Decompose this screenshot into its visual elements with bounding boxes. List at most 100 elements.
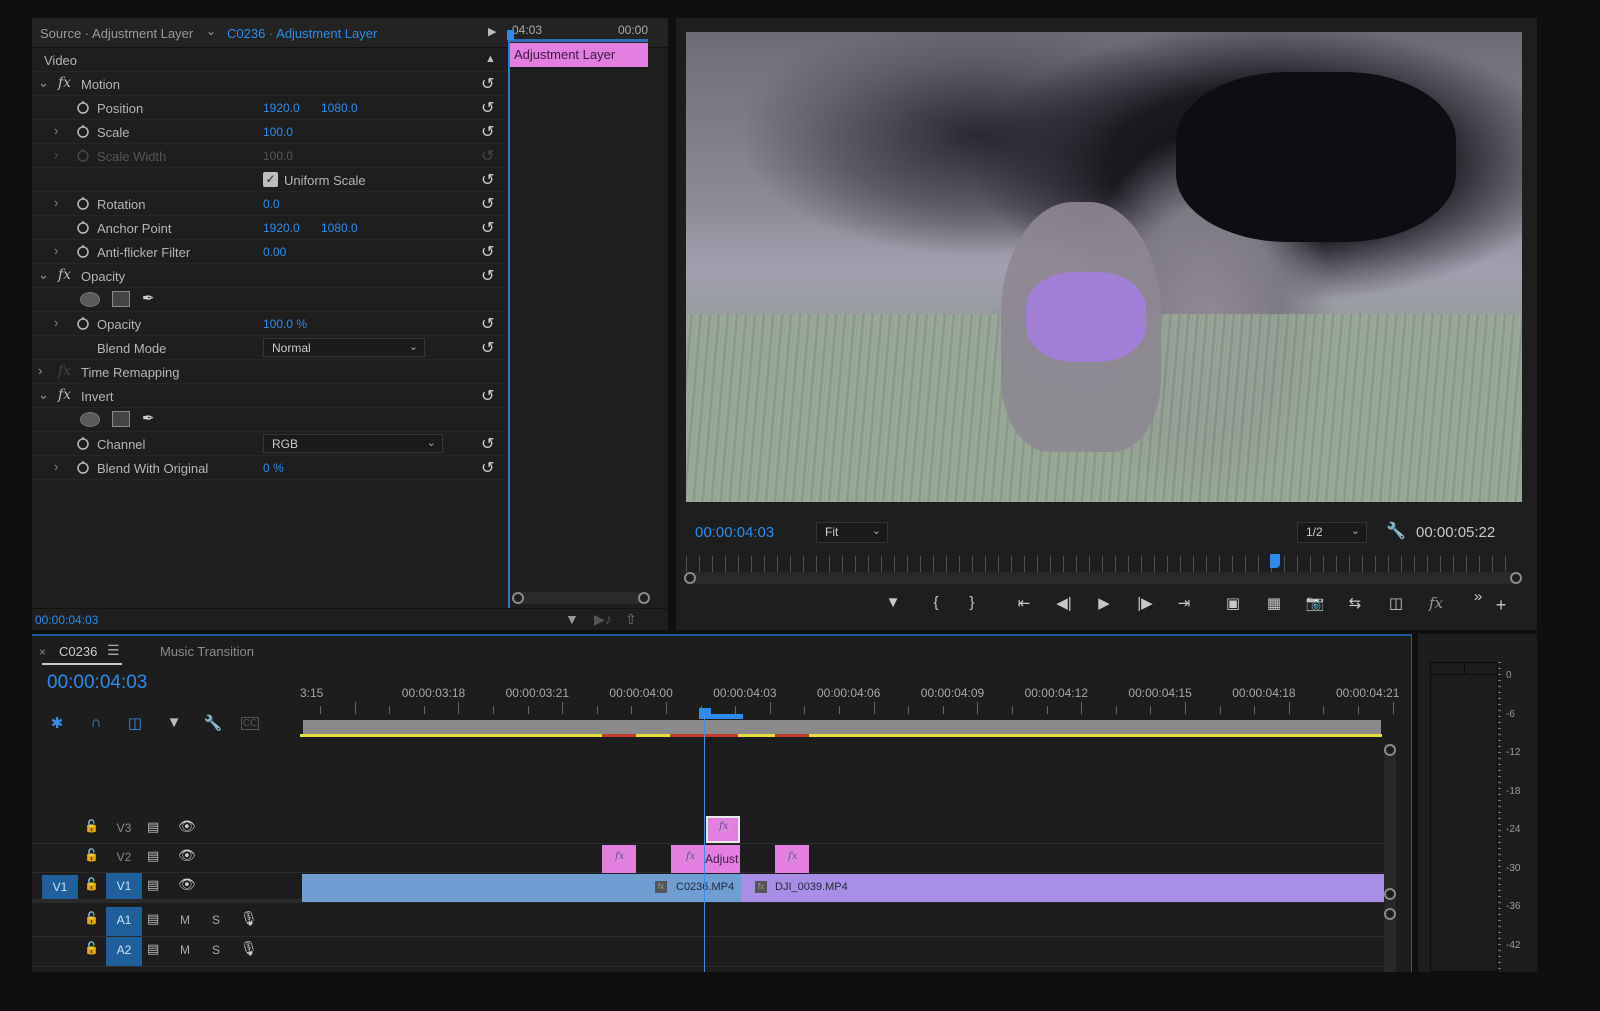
mark-out-icon[interactable]: }: [960, 594, 984, 611]
reset-icon[interactable]: ↺: [481, 194, 494, 214]
lock-icon[interactable]: 🔓: [84, 877, 99, 891]
program-playhead[interactable]: [1270, 554, 1281, 568]
solo-button[interactable]: S: [212, 943, 220, 957]
linked-selection-icon[interactable]: ◫: [124, 714, 146, 732]
lock-icon[interactable]: 🔓: [84, 819, 99, 833]
track-name-a2[interactable]: A2: [106, 937, 142, 966]
scroll-handle-bottom[interactable]: [1384, 888, 1396, 900]
effect-controls-timecode[interactable]: 00:00:04:03: [35, 613, 98, 627]
anchor-y-value[interactable]: 1080.0: [321, 221, 358, 235]
stopwatch-icon[interactable]: [76, 220, 90, 234]
insert-overwrite-icon[interactable]: ⇆: [1343, 594, 1367, 612]
step-back-icon[interactable]: ◀|: [1052, 594, 1076, 612]
eye-visibility-icon[interactable]: 👁: [178, 876, 196, 893]
program-time-ruler[interactable]: [686, 556, 1516, 572]
sync-lock-icon[interactable]: ▤: [147, 819, 159, 835]
add-marker-icon[interactable]: ▼: [881, 594, 905, 611]
zoom-dropdown[interactable]: Fit ⌄: [816, 522, 888, 543]
mark-in-icon[interactable]: {: [924, 594, 948, 611]
anti-flicker-value[interactable]: 0.00: [263, 245, 286, 259]
invert-effect-row[interactable]: ⌄ fx Invert ↺: [32, 384, 506, 408]
scroll-handle-audio[interactable]: [1384, 908, 1396, 920]
fx-icon[interactable]: fx: [58, 387, 71, 403]
comparison-view-icon[interactable]: ◫: [1384, 594, 1408, 612]
fx-toggle-icon[interactable]: fx: [1424, 594, 1448, 612]
close-tab-icon[interactable]: ×: [39, 645, 46, 659]
export-icon[interactable]: ⇧: [625, 611, 637, 628]
rotation-value[interactable]: 0.0: [263, 197, 280, 211]
timeline-settings-wrench-icon[interactable]: 🔧: [202, 714, 224, 732]
opacity-value[interactable]: 100.0 %: [263, 317, 307, 331]
resolution-dropdown[interactable]: 1/2 ⌄: [1297, 522, 1367, 543]
reset-icon[interactable]: ↺: [481, 314, 494, 334]
sync-lock-icon[interactable]: ▤: [147, 941, 159, 957]
captions-icon[interactable]: CC: [241, 717, 259, 730]
scroll-handle-right[interactable]: [638, 592, 650, 604]
scale-value[interactable]: 100.0: [263, 125, 293, 139]
anchor-x-value[interactable]: 1920.0: [263, 221, 300, 235]
sequence-clip-selector[interactable]: C0236 · Adjustment Layer: [227, 26, 377, 41]
reset-icon[interactable]: ↺: [481, 74, 494, 94]
reset-icon[interactable]: ↺: [481, 338, 494, 358]
step-forward-icon[interactable]: |▶: [1133, 594, 1157, 612]
reset-icon[interactable]: ↺: [481, 386, 494, 406]
timeline-vertical-scrollbar[interactable]: [1384, 744, 1396, 972]
reset-icon[interactable]: ↺: [481, 218, 494, 238]
tab-menu-icon[interactable]: ☰: [107, 642, 120, 659]
pen-mask-icon[interactable]: ✒: [142, 289, 155, 307]
microphone-icon[interactable]: 🎙: [240, 910, 258, 927]
expand-chevron-icon[interactable]: ›: [54, 315, 58, 330]
fx-icon[interactable]: fx: [58, 75, 71, 91]
mini-timeline-clip[interactable]: Adjustment Layer: [510, 43, 648, 67]
lock-icon[interactable]: 🔓: [84, 911, 99, 925]
reset-icon[interactable]: ↺: [481, 458, 494, 478]
expand-chevron-icon[interactable]: ›: [54, 243, 58, 258]
scroll-handle-left[interactable]: [512, 592, 524, 604]
lift-icon[interactable]: ▣: [1221, 594, 1245, 612]
go-to-in-icon[interactable]: ⇤: [1012, 594, 1036, 612]
rectangle-mask-icon[interactable]: [112, 291, 130, 307]
scroll-handle-top[interactable]: [1384, 744, 1396, 756]
position-y-value[interactable]: 1080.0: [321, 101, 358, 115]
export-frame-camera-icon[interactable]: 📷: [1303, 594, 1327, 612]
extract-icon[interactable]: ▦: [1262, 594, 1286, 612]
pen-mask-icon[interactable]: ✒: [142, 409, 155, 427]
channel-dropdown[interactable]: RGB ⌄: [263, 434, 443, 453]
tab-music-transition[interactable]: Music Transition: [160, 644, 254, 659]
show-timeline-toggle-icon[interactable]: ▶: [488, 25, 496, 38]
source-patch-v1[interactable]: V1: [42, 875, 78, 899]
adjustment-layer-clip-v2[interactable]: fx: [602, 845, 636, 873]
sync-lock-icon[interactable]: ▤: [147, 877, 159, 893]
solo-button[interactable]: S: [212, 913, 220, 927]
opacity-effect-row[interactable]: ⌄ fx Opacity ↺: [32, 264, 506, 288]
stopwatch-icon[interactable]: [76, 100, 90, 114]
sync-lock-icon[interactable]: ▤: [147, 911, 159, 927]
wrench-settings-icon[interactable]: 🔧: [1386, 521, 1406, 541]
rectangle-mask-icon[interactable]: [112, 411, 130, 427]
program-current-timecode[interactable]: 00:00:04:03: [695, 524, 774, 541]
reset-icon[interactable]: ↺: [481, 242, 494, 262]
mini-timeline-playhead[interactable]: [507, 30, 514, 40]
track-name-v1[interactable]: V1: [106, 873, 142, 899]
track-name-a1[interactable]: A1: [106, 907, 142, 936]
blend-with-original-value[interactable]: 0 %: [263, 461, 284, 475]
adjustment-layer-clip-v2[interactable]: fx: [775, 845, 809, 873]
mute-button[interactable]: M: [180, 913, 190, 927]
collapse-chevron-icon[interactable]: ⌄: [38, 75, 49, 91]
expand-chevron-icon[interactable]: ›: [54, 459, 58, 474]
position-x-value[interactable]: 1920.0: [263, 101, 300, 115]
reset-icon[interactable]: ↺: [481, 434, 494, 454]
lock-icon[interactable]: 🔓: [84, 848, 99, 862]
microphone-icon[interactable]: 🎙: [240, 940, 258, 957]
tab-c0236[interactable]: C0236: [59, 644, 97, 659]
sync-lock-icon[interactable]: ▤: [147, 848, 159, 864]
add-marker-icon[interactable]: ▼: [163, 714, 185, 731]
motion-effect-row[interactable]: ⌄ fx Motion ↺: [32, 72, 506, 96]
video-clip-c0236[interactable]: fx C0236.MP4: [302, 874, 741, 902]
play-icon[interactable]: ▶: [1092, 594, 1116, 612]
chevron-down-icon[interactable]: ⌄: [206, 24, 216, 38]
source-tab[interactable]: Source · Adjustment Layer: [40, 26, 193, 41]
eye-visibility-icon[interactable]: 👁: [178, 847, 196, 864]
track-name-v3[interactable]: V3: [106, 815, 142, 843]
fx-icon[interactable]: fx: [58, 267, 71, 283]
